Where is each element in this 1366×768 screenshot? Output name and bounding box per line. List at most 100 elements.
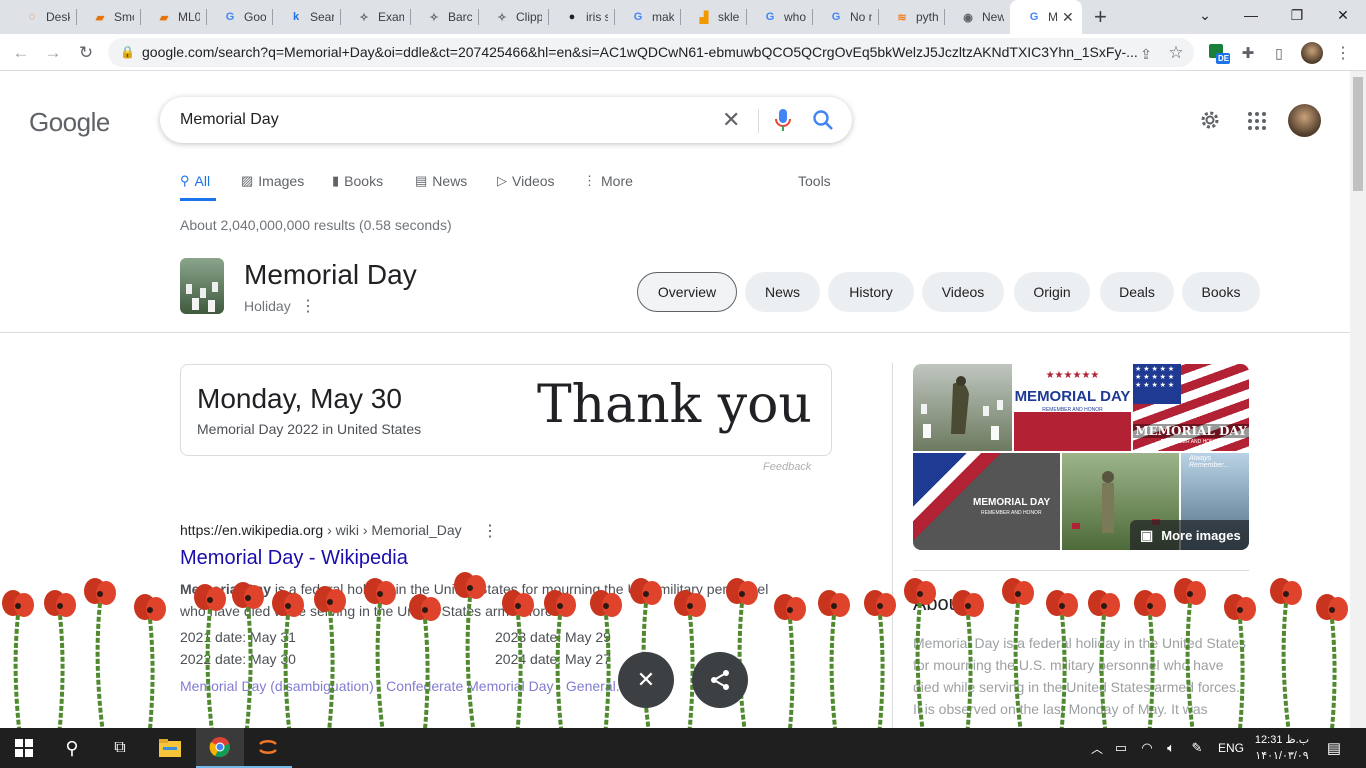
chip-books[interactable]: Books (1182, 272, 1260, 312)
reload-icon[interactable]: ↻ (73, 40, 99, 66)
tab-books[interactable]: ▮ Books (332, 173, 383, 189)
side-panel-icon[interactable]: ▯ (1266, 40, 1292, 66)
poppy-flower (134, 594, 166, 728)
back-icon[interactable]: ← (8, 40, 34, 66)
settings-gear-icon[interactable] (1198, 108, 1222, 137)
browser-tab[interactable]: ✧ Clipp (478, 0, 548, 34)
browser-tab[interactable]: ▰ ML01 (140, 0, 206, 34)
chip-videos[interactable]: Videos (922, 272, 1004, 312)
file-explorer-icon[interactable] (148, 728, 192, 768)
chip-origin[interactable]: Origin (1014, 272, 1090, 312)
chip-overview[interactable]: Overview (637, 272, 737, 312)
browser-tab[interactable]: ✧ Barco (410, 0, 478, 34)
browser-tab[interactable]: k Searc (272, 0, 340, 34)
tab-images[interactable]: ▨ Images (241, 173, 304, 189)
browser-tab[interactable]: ◉ New (944, 0, 1010, 34)
close-tab-icon[interactable]: ✕ (1062, 9, 1074, 26)
entity-thumbnail[interactable] (180, 258, 224, 314)
browser-tab[interactable]: ◌ Deskt (8, 0, 76, 34)
chip-history[interactable]: History (828, 272, 914, 312)
pen-icon[interactable]: ✎ (1186, 728, 1208, 768)
share-icon[interactable]: ⇪ (1133, 41, 1159, 67)
notifications-icon[interactable]: ▤ (1318, 728, 1350, 768)
search-icon[interactable] (812, 109, 834, 136)
more-images-label: More images (1161, 527, 1241, 543)
microphone-icon[interactable] (774, 108, 792, 137)
image-soldier-graves[interactable] (913, 364, 1012, 451)
windows-start-icon[interactable] (0, 728, 48, 768)
result-title-link[interactable]: Memorial Day - Wikipedia (180, 547, 408, 570)
clear-search-icon[interactable]: ✕ (722, 107, 740, 133)
page-scrollbar[interactable] (1350, 71, 1366, 728)
thank-you-doodle[interactable]: Thank you (537, 375, 812, 435)
related-links[interactable]: Memorial Day (disambiguation) · Confeder… (180, 678, 627, 694)
menu-icon[interactable]: ⋮ (1330, 40, 1356, 66)
tab-videos[interactable]: ▷ Videos (497, 173, 555, 189)
new-tab-button[interactable]: + (1094, 4, 1107, 30)
browser-tab[interactable]: G M ✕ (1010, 0, 1082, 34)
active-tab-indicator (180, 198, 216, 201)
close-window-button[interactable]: ✕ (1320, 0, 1366, 30)
language-indicator[interactable]: ENG (1214, 728, 1248, 768)
entity-more-icon[interactable]: ⋮ (300, 296, 316, 316)
volume-icon[interactable]: 🔈︎ (1160, 728, 1182, 768)
google-icon: G (633, 11, 643, 23)
browser-tab[interactable]: G Goog (206, 0, 272, 34)
more-images-button[interactable]: ▣ More images (1130, 520, 1249, 550)
jupyter-taskbar-icon[interactable] (244, 728, 292, 768)
google-logo[interactable]: Google (29, 107, 110, 138)
browser-tab[interactable]: ▰ Smok (76, 0, 140, 34)
browser-tab[interactable]: Gmake (614, 0, 680, 34)
poppy-flower (1316, 594, 1348, 728)
tab-strip: ◌ Deskt ▰ Smok ▰ ML01 G Goog k Searc ✧ Exam ✧ Barco ✧ C… (0, 0, 1366, 34)
tab-search-icon[interactable]: ⌄ (1182, 0, 1228, 30)
compass-icon: ✧ (359, 11, 369, 24)
browser-tab[interactable]: ≋ pytho (878, 0, 944, 34)
puzzle-icon[interactable]: ✚ (1235, 40, 1261, 66)
fact-2023: 2023 date: May 29 (495, 629, 611, 645)
bookmark-star-icon[interactable]: ☆ (1163, 40, 1189, 66)
chip-news[interactable]: News (745, 272, 820, 312)
account-avatar[interactable] (1288, 104, 1321, 137)
search-icon[interactable]: ⚲ (48, 728, 96, 768)
about-line: for mourning the U.S. military personnel… (913, 657, 1224, 673)
result-site: https://en.wikipedia.org (180, 522, 324, 538)
profile-avatar[interactable] (1301, 42, 1323, 64)
browser-tab[interactable]: ● iris sv (548, 0, 614, 34)
browser-tab[interactable]: G No m (812, 0, 878, 34)
close-overlay-button[interactable]: ✕ (618, 652, 674, 708)
result-more-icon[interactable]: ⋮ (482, 521, 498, 541)
news-icon: ▤ (415, 173, 428, 188)
task-view-icon[interactable]: ⧉ (96, 728, 144, 768)
extension-icon[interactable]: DE (1208, 43, 1230, 65)
clock[interactable]: 12:31 ب.ظ ۱۴۰۱/۰۳/۰۹ (1250, 732, 1314, 764)
battery-icon[interactable]: ▭ (1110, 728, 1132, 768)
apps-grid-icon[interactable] (1247, 111, 1267, 136)
tab-label: Books (344, 173, 384, 189)
search-input[interactable] (180, 108, 680, 132)
wifi-icon[interactable]: ◠ (1136, 728, 1158, 768)
browser-tab[interactable]: ▟ sklea (680, 0, 746, 34)
image-memorial-day-3[interactable]: MEMORIAL DAY REMEMBER AND HONOR (913, 453, 1060, 550)
google-icon: G (1029, 11, 1039, 23)
forward-icon[interactable]: → (40, 40, 66, 66)
image-icon: ▣ (1140, 526, 1154, 543)
chrome-icon: ◉ (963, 11, 973, 24)
browser-tab[interactable]: ✧ Exam (340, 0, 410, 34)
show-hidden-icons[interactable]: ︿ (1088, 728, 1106, 768)
minimize-button[interactable]: — (1228, 0, 1274, 30)
maximize-button[interactable]: ❐ (1274, 0, 1320, 30)
image-memorial-day-2[interactable]: ★ ★ ★ ★ ★ ★ ★ ★ ★ ★ ★ ★ ★ ★ ★ MEMORIAL D… (1133, 364, 1249, 451)
image-memorial-day-1[interactable]: ★★★★★★ MEMORIAL DAY REMEMBER AND HONOR (1014, 364, 1131, 451)
chrome-taskbar-icon[interactable] (196, 728, 244, 768)
scrollbar-thumb[interactable] (1353, 77, 1363, 191)
chip-deals[interactable]: Deals (1100, 272, 1174, 312)
tab-news[interactable]: ▤ News (415, 173, 467, 189)
feedback-link[interactable]: Feedback (763, 461, 811, 473)
tab-more[interactable]: ⋮ More (583, 173, 633, 189)
share-button[interactable] (692, 652, 748, 708)
tab-all[interactable]: ⚲ All (180, 173, 210, 189)
address-bar[interactable]: 🔒 google.com/search?q=Memorial+Day&oi=dd… (108, 38, 1194, 67)
browser-tab[interactable]: Gwho i (746, 0, 812, 34)
tools-button[interactable]: Tools (798, 173, 831, 189)
